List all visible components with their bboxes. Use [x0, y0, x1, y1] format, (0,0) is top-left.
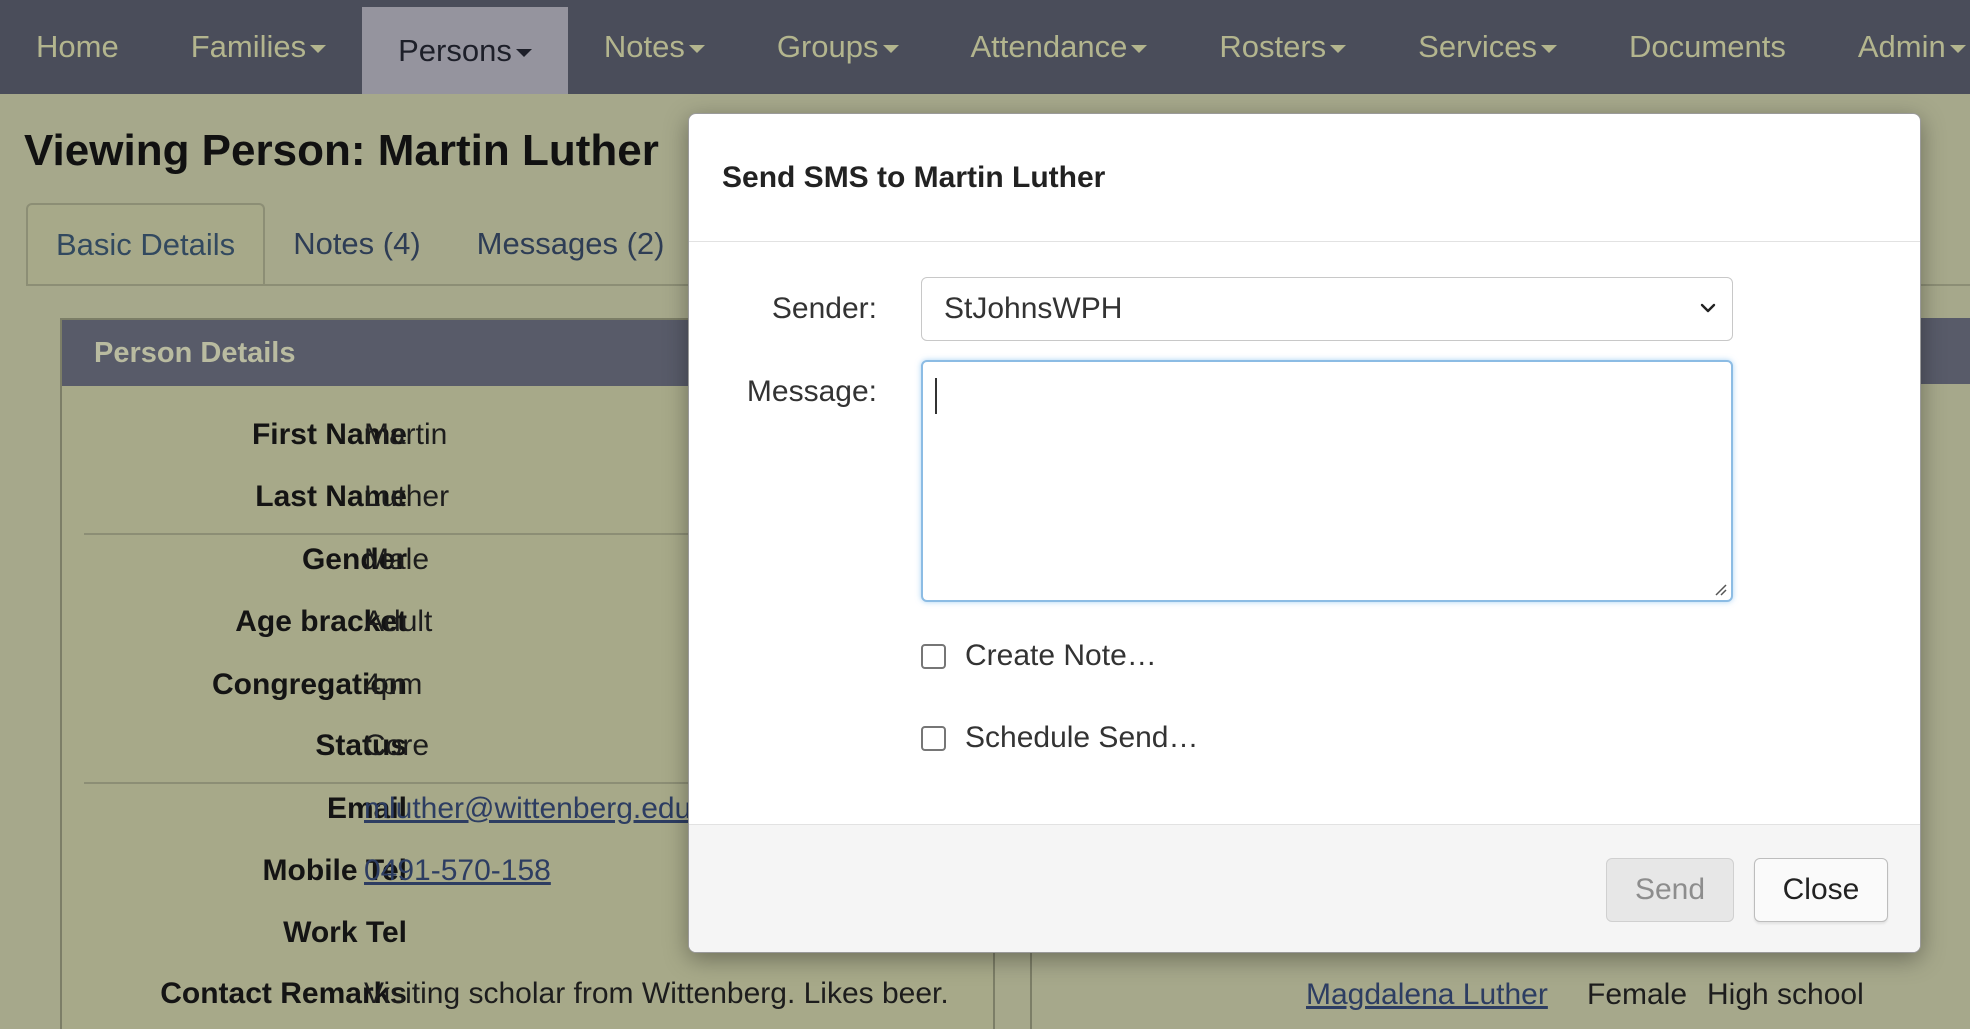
caret-down-icon — [688, 45, 705, 53]
schedule-send-checkbox[interactable] — [921, 725, 946, 751]
modal-footer: Send Close — [689, 824, 1920, 952]
text-cursor — [935, 378, 937, 414]
nav-families-label: Families — [190, 29, 307, 64]
nav-attendance[interactable]: Attendance — [935, 0, 1184, 94]
top-navbar: Home Families Persons Notes Groups Atten… — [0, 0, 1970, 94]
nav-home[interactable]: Home — [0, 0, 155, 94]
resize-grip-icon[interactable] — [1713, 582, 1727, 596]
caret-down-icon — [1131, 45, 1148, 53]
schedule-send-option[interactable]: Schedule Send… — [921, 718, 1199, 758]
nav-admin-label: Admin — [1857, 29, 1946, 64]
sender-select-value: StJohnsWPH — [944, 292, 1123, 325]
nav-families[interactable]: Families — [155, 0, 362, 94]
nav-documents-label: Documents — [1629, 29, 1786, 64]
nav-notes-label: Notes — [603, 29, 685, 64]
sender-select[interactable]: StJohnsWPH — [921, 277, 1733, 341]
nav-persons-label: Persons — [398, 32, 512, 68]
create-note-option[interactable]: Create Note… — [921, 636, 1157, 676]
send-button[interactable]: Send — [1606, 858, 1734, 922]
caret-down-icon — [310, 45, 327, 53]
caret-down-icon — [515, 48, 532, 57]
schedule-send-label: Schedule Send… — [965, 721, 1199, 754]
caret-down-icon — [1330, 45, 1347, 53]
nav-rosters[interactable]: Rosters — [1183, 0, 1382, 94]
nav-documents[interactable]: Documents — [1593, 0, 1822, 94]
message-textarea[interactable] — [921, 360, 1733, 602]
send-sms-modal: Send SMS to Martin Luther Sender: StJohn… — [688, 113, 1921, 953]
message-label: Message: — [746, 375, 877, 408]
nav-attendance-label: Attendance — [970, 29, 1128, 64]
caret-down-icon — [1949, 45, 1966, 53]
nav-services-label: Services — [1418, 29, 1538, 64]
nav-rosters-label: Rosters — [1219, 29, 1327, 64]
nav-admin[interactable]: Admin — [1822, 0, 1970, 94]
chevron-down-icon — [1700, 303, 1716, 313]
nav-home-label: Home — [36, 29, 119, 64]
create-note-label: Create Note… — [965, 639, 1157, 672]
nav-persons[interactable]: Persons — [362, 7, 568, 94]
close-button[interactable]: Close — [1754, 858, 1888, 922]
modal-header: Send SMS to Martin Luther — [689, 114, 1920, 242]
sender-label: Sender: — [771, 292, 877, 325]
caret-down-icon — [882, 45, 899, 53]
caret-down-icon — [1541, 45, 1558, 53]
nav-services[interactable]: Services — [1382, 0, 1593, 94]
nav-groups[interactable]: Groups — [741, 0, 935, 94]
nav-groups-label: Groups — [776, 29, 879, 64]
create-note-checkbox[interactable] — [921, 643, 946, 669]
nav-notes[interactable]: Notes — [568, 0, 741, 94]
modal-title: Send SMS to Martin Luther — [722, 160, 1106, 194]
